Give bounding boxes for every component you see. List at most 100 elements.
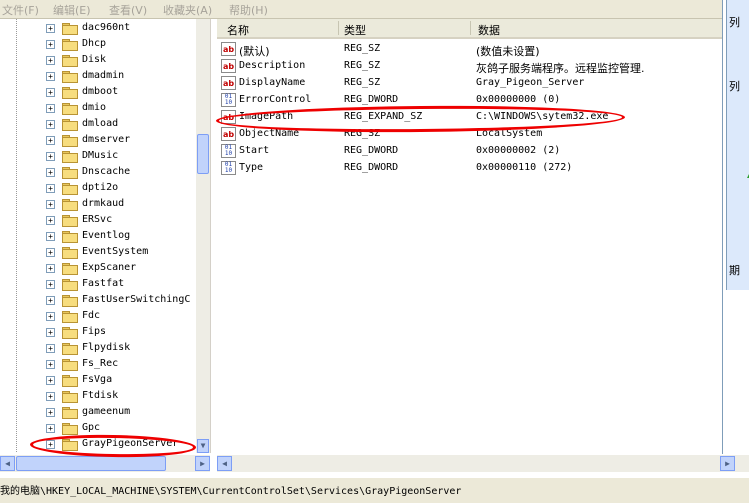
expand-plus-icon[interactable]: + <box>46 296 55 305</box>
folder-icon <box>62 247 78 259</box>
expand-plus-icon[interactable]: + <box>46 344 55 353</box>
tree-item[interactable]: + FsVga <box>0 373 196 389</box>
expand-plus-icon[interactable]: + <box>46 24 55 33</box>
tree-item[interactable]: + ExpScaner <box>0 261 196 277</box>
expand-plus-icon[interactable]: + <box>46 312 55 321</box>
tree-item[interactable]: + Eventlog <box>0 229 196 245</box>
value-row[interactable]: 01 10 Start REG_DWORD 0x00000002 (2) <box>217 143 722 160</box>
edge-scrollbar[interactable] <box>735 455 749 472</box>
expand-plus-icon[interactable]: + <box>46 168 55 177</box>
tree-item[interactable]: + Fdc <box>0 309 196 325</box>
expand-plus-icon[interactable]: + <box>46 248 55 257</box>
folder-icon <box>62 71 78 83</box>
tree-item[interactable]: + Dhcp <box>0 37 196 53</box>
expand-plus-icon[interactable]: + <box>46 232 55 241</box>
tree-item[interactable]: + drmkaud <box>0 197 196 213</box>
expand-plus-icon[interactable]: + <box>46 376 55 385</box>
tree-item-label: Dnscache <box>82 166 131 177</box>
expand-plus-icon[interactable]: + <box>46 424 55 433</box>
tree-item[interactable]: + dmadmin <box>0 69 196 85</box>
value-row[interactable]: ab (默认) REG_SZ (数值未设置) <box>217 41 722 58</box>
tree-item[interactable]: + DMusic <box>0 149 196 165</box>
scroll-left-arrow-icon[interactable]: ◀ <box>217 456 232 471</box>
expand-plus-icon[interactable]: + <box>46 56 55 65</box>
folder-icon <box>62 103 78 115</box>
tree-item[interactable]: + gameenum <box>0 405 196 421</box>
column-header-type[interactable]: 类型 <box>344 22 366 38</box>
registry-tree[interactable]: + dac960nt + Dhcp + Disk + dmadmin + dmboot + dmio +… <box>0 19 211 453</box>
value-row[interactable]: 01 10 Type REG_DWORD 0x00000110 (272) <box>217 160 722 177</box>
menu-help[interactable]: 帮助(H) <box>229 2 268 18</box>
folder-icon <box>62 151 78 163</box>
tree-item[interactable]: + dmload <box>0 117 196 133</box>
expand-plus-icon[interactable]: + <box>46 104 55 113</box>
tree-scroll-down-arrow-icon[interactable]: ▼ <box>197 439 209 453</box>
expand-plus-icon[interactable]: + <box>46 88 55 97</box>
folder-icon <box>62 167 78 179</box>
value-row[interactable]: ab Description REG_SZ 灰鸽子服务端程序。远程监控管理. <box>217 58 722 75</box>
value-type: REG_SZ <box>344 60 381 71</box>
folder-icon <box>62 135 78 147</box>
tree-item[interactable]: + dmboot <box>0 85 196 101</box>
expand-plus-icon[interactable]: + <box>46 360 55 369</box>
tree-item[interactable]: + dpti2o <box>0 181 196 197</box>
expand-plus-icon[interactable]: + <box>46 200 55 209</box>
tree-item-label: Fips <box>82 326 107 337</box>
menu-edit[interactable]: 编辑(E) <box>53 2 91 18</box>
expand-plus-icon[interactable]: + <box>46 136 55 145</box>
menu-view[interactable]: 查看(V) <box>109 2 147 18</box>
tree-item[interactable]: + Dnscache <box>0 165 196 181</box>
expand-plus-icon[interactable]: + <box>46 152 55 161</box>
value-row[interactable]: ab DisplayName REG_SZ Gray_Pigeon_Server <box>217 75 722 92</box>
expand-plus-icon[interactable]: + <box>46 40 55 49</box>
expand-plus-icon[interactable]: + <box>46 120 55 129</box>
scroll-right-arrow-icon[interactable]: ▶ <box>195 456 210 471</box>
expand-plus-icon[interactable]: + <box>46 328 55 337</box>
expand-plus-icon[interactable]: + <box>46 408 55 417</box>
expand-plus-icon[interactable]: + <box>46 72 55 81</box>
binary-value-icon: 01 10 <box>221 144 236 158</box>
value-data: Gray_Pigeon_Server <box>476 77 585 88</box>
value-data: 灰鸽子服务端程序。远程监控管理. <box>476 62 645 75</box>
scroll-left-arrow-icon[interactable]: ◀ <box>0 456 15 471</box>
expand-plus-icon[interactable]: + <box>46 280 55 289</box>
tree-horizontal-scrollbar[interactable]: ◀ ▶ <box>0 455 210 472</box>
edge-char: 列 <box>729 16 740 29</box>
expand-plus-icon[interactable]: + <box>46 392 55 401</box>
column-header-data[interactable]: 数据 <box>478 22 500 38</box>
tree-item[interactable]: + dmio <box>0 101 196 117</box>
folder-icon <box>62 327 78 339</box>
tree-item[interactable]: + ERSvc <box>0 213 196 229</box>
column-divider[interactable] <box>470 21 471 35</box>
menu-file[interactable]: 文件(F) <box>2 2 39 18</box>
tree-item-label: Ftdisk <box>82 390 119 401</box>
menu-favorites[interactable]: 收藏夹(A) <box>163 2 212 18</box>
tree-item[interactable]: + FastUserSwitchingC <box>0 293 196 309</box>
tree-item-label: Eventlog <box>82 230 131 241</box>
tree-scroll-thumb[interactable] <box>197 134 209 174</box>
status-path: 我的电脑\HKEY_LOCAL_MACHINE\SYSTEM\CurrentCo… <box>0 486 462 497</box>
tree-item[interactable]: + dac960nt <box>0 21 196 37</box>
tree-hscroll-thumb[interactable] <box>16 456 166 471</box>
string-value-icon: ab <box>221 59 236 73</box>
tree-item[interactable]: + dmserver <box>0 133 196 149</box>
tree-item[interactable]: + Flpydisk <box>0 341 196 357</box>
status-bar: 我的电脑\HKEY_LOCAL_MACHINE\SYSTEM\CurrentCo… <box>0 477 749 503</box>
tree-item[interactable]: + Disk <box>0 53 196 69</box>
column-divider[interactable] <box>338 21 339 35</box>
tree-item[interactable]: + Ftdisk <box>0 389 196 405</box>
tree-vertical-scrollbar[interactable]: ▼ <box>196 19 210 453</box>
tree-item[interactable]: + Fastfat <box>0 277 196 293</box>
tree-item[interactable]: + EventSystem <box>0 245 196 261</box>
tree-item[interactable]: + Fips <box>0 325 196 341</box>
tree-item-label: EventSystem <box>82 246 149 257</box>
expand-plus-icon[interactable]: + <box>46 216 55 225</box>
folder-icon <box>62 183 78 195</box>
value-name: Start <box>239 145 270 156</box>
scroll-right-arrow-icon[interactable]: ▶ <box>720 456 735 471</box>
expand-plus-icon[interactable]: + <box>46 264 55 273</box>
expand-plus-icon[interactable]: + <box>46 184 55 193</box>
tree-item[interactable]: + Fs_Rec <box>0 357 196 373</box>
column-header-name[interactable]: 名称 <box>227 22 249 38</box>
values-horizontal-scrollbar[interactable]: ◀ ▶ <box>217 455 735 472</box>
